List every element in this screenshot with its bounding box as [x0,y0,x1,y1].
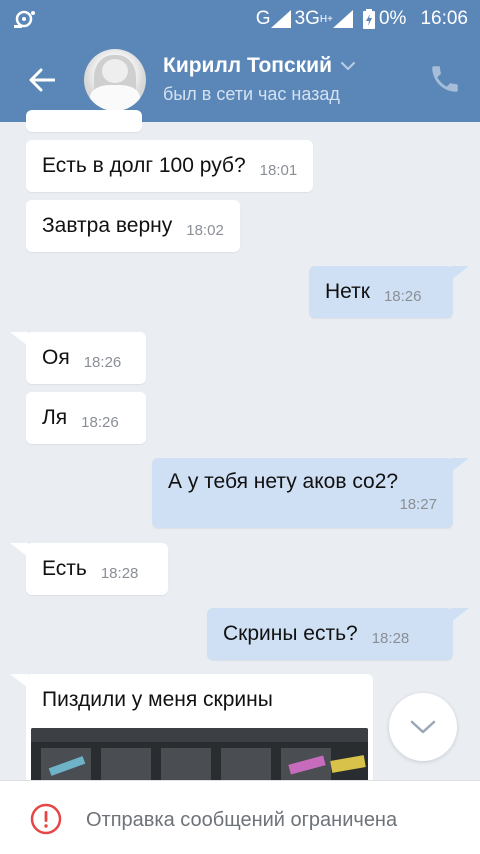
message-text: Пиздили у меня скрины [42,688,273,711]
message-incoming[interactable]: Оя 18:26 [26,332,146,384]
message-outgoing[interactable]: А у тебя нету аков со2? 18:27 [152,458,453,528]
message-incoming[interactable]: Есть в долг 100 руб? 18:01 [26,140,314,192]
message-text: Оя [42,346,70,369]
message-outgoing[interactable]: Скрины есть? 18:28 [207,608,453,660]
message-incoming[interactable]: Пиздили у меня скрины [26,674,373,794]
bubble-tail [451,608,469,622]
warning-icon [30,803,62,835]
status-bar: G 3G H+ 0% 16:06 [0,0,480,38]
message-text: Скрины есть? [223,622,358,645]
message-time: 18:01 [259,161,298,179]
clock: 16:06 [420,8,468,29]
network2-sup: H+ [319,13,333,25]
message-time: 18:28 [371,629,410,647]
message-text: Завтра верну [42,214,173,237]
message-text: Нетк [325,280,370,303]
message-time: 18:26 [383,287,422,305]
bubble-tail [451,458,469,472]
signal2-icon [332,10,353,28]
arrow-left-icon [29,68,55,92]
contact-name-row[interactable]: Кирилл Топский [163,54,356,78]
scroll-down-button[interactable] [389,693,457,761]
avatar[interactable] [84,49,146,111]
battery-icon [362,9,375,29]
message-time: 18:28 [100,564,139,582]
signal-icon [270,10,291,28]
contact-name: Кирилл Топский [163,54,333,77]
message-incoming[interactable]: Есть 18:28 [26,543,168,595]
battery-label: 0% [378,8,407,29]
message-text: Ля [42,406,68,429]
phone-icon[interactable] [428,62,462,96]
message-text: Есть [42,557,87,580]
message-time: 18:26 [83,353,122,371]
message-text: Есть в долг 100 руб? [42,154,246,177]
message-partial [26,110,142,132]
contact-status: был в сети час назад [163,84,340,104]
message-outgoing[interactable]: Нетк 18:26 [309,266,453,318]
message-text: А у тебя нету аков со2? [168,470,399,493]
back-button[interactable] [22,62,62,98]
message-time: 18:27 [399,496,437,513]
message-incoming[interactable]: Завтра верну 18:02 [26,200,240,252]
restriction-text: Отправка сообщений ограничена [86,809,398,831]
chevron-down-icon [410,720,436,734]
message-time: 18:02 [186,221,224,239]
network2-label: 3G [294,8,320,29]
notification-icon [14,10,35,28]
network-label: G [255,8,271,29]
message-incoming[interactable]: Ля 18:26 [26,392,146,444]
bubble-tail [451,266,469,280]
message-time: 18:26 [81,413,119,431]
restriction-bar: Отправка сообщений ограничена [0,780,480,854]
chevron-down-icon [341,62,356,71]
